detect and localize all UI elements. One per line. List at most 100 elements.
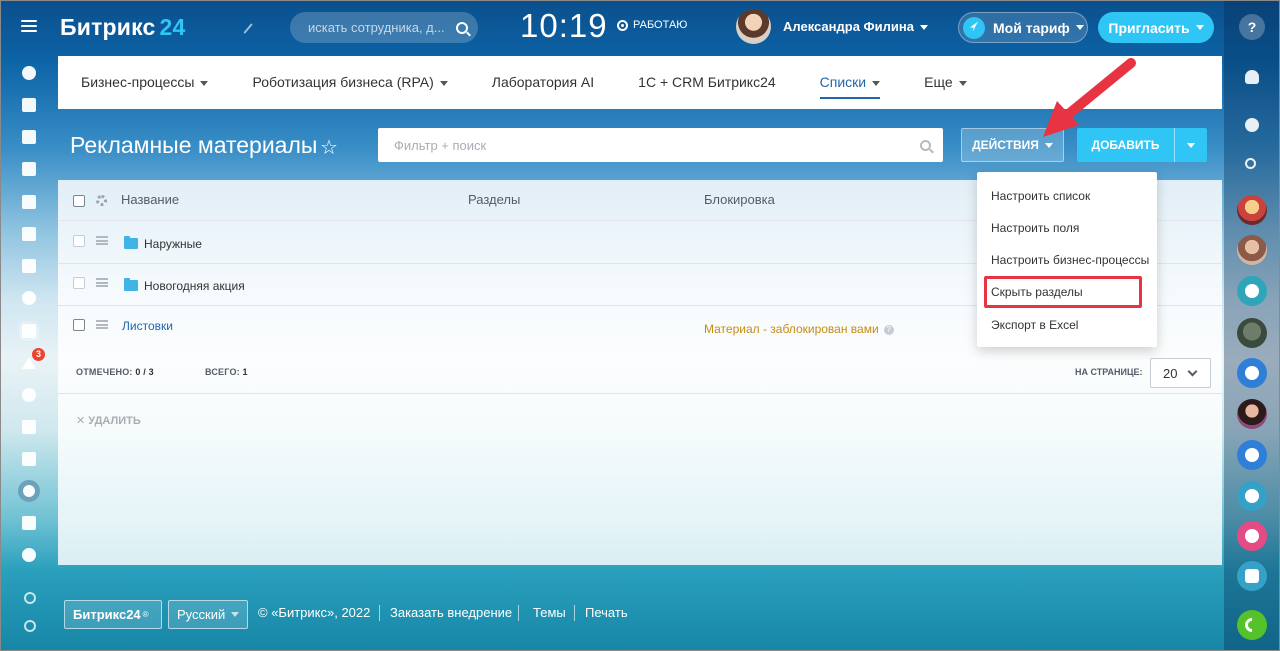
column-header-sections[interactable]: Разделы (468, 192, 520, 207)
mail-icon[interactable] (0, 253, 58, 279)
call-phone-icon[interactable] (1237, 610, 1267, 640)
contact-avatar[interactable] (1237, 235, 1267, 265)
row-checkbox[interactable] (73, 235, 85, 247)
documents-icon[interactable] (0, 189, 58, 215)
order-implementation-link[interactable]: Заказать внедрение (390, 605, 512, 620)
market-icon[interactable] (0, 510, 58, 536)
activity-icon[interactable] (0, 60, 58, 86)
messenger-icon[interactable] (1237, 110, 1267, 140)
top-nav-item[interactable]: 1С + CRM Битрикс24 (638, 56, 776, 109)
top-nav-item-label: Бизнес-процессы (81, 74, 195, 90)
actions-label: ДЕЙСТВИЯ (972, 138, 1039, 152)
contact-avatar[interactable] (1237, 195, 1267, 225)
contacts-icon[interactable] (0, 446, 58, 472)
row-name[interactable]: Листовки (122, 319, 173, 333)
language-select[interactable]: Русский (168, 600, 248, 629)
employee-search-input[interactable]: искать сотрудника, д... (290, 12, 478, 43)
menu-item-export-excel[interactable]: Экспорт в Excel (991, 318, 1078, 332)
top-nav-item[interactable]: Бизнес-процессы (81, 56, 209, 109)
search-icon[interactable] (456, 21, 468, 34)
menu-item-configure-fields[interactable]: Настроить поля (991, 221, 1079, 235)
top-nav-item[interactable]: Списки (819, 56, 881, 109)
crm-icon[interactable]: 3 (0, 348, 58, 376)
invite-button[interactable]: Пригласить (1098, 12, 1214, 43)
edit-pencil-icon[interactable] (237, 18, 253, 34)
copyright: © «Битрикс», 2022 (258, 605, 371, 620)
top-nav-item[interactable]: Еще (924, 56, 967, 109)
row-checkbox[interactable] (73, 319, 85, 331)
row-name[interactable]: Наружные (144, 237, 202, 251)
avatar (736, 9, 771, 44)
help-icon[interactable]: ? (1239, 14, 1265, 40)
delete-label: УДАЛИТЬ (88, 415, 141, 427)
logo-number: 24 (159, 14, 186, 40)
structure-icon[interactable] (24, 592, 36, 604)
chevron-down-icon (200, 80, 209, 86)
robot-icon[interactable] (0, 478, 58, 504)
contact-avatar[interactable] (1237, 318, 1267, 348)
print-link[interactable]: Печать (585, 605, 628, 620)
chat-icon[interactable] (0, 124, 58, 150)
delete-button[interactable]: ✕ УДАЛИТЬ (76, 414, 141, 427)
footer-logo-text: Битрикс24 (73, 607, 141, 622)
chevron-down-icon (958, 80, 967, 86)
search-icon[interactable] (920, 139, 931, 151)
user-name: Александра Филина (783, 19, 928, 34)
grid-footer: ОТМЕЧЕНО: 0 / 3 ВСЕГО: 1 НА СТРАНИЦЕ: (58, 352, 1222, 394)
gear-icon[interactable] (96, 195, 107, 206)
top-nav-item-label: Еще (924, 74, 953, 90)
row-checkbox[interactable] (73, 277, 85, 289)
drag-handle-icon[interactable] (96, 320, 108, 329)
filter-placeholder: Фильтр + поиск (394, 137, 487, 153)
column-header-name[interactable]: Название (121, 192, 179, 207)
notifications-bell-icon[interactable] (1237, 62, 1267, 92)
top-nav-item[interactable]: Роботизация бизнеса (RPA) (252, 56, 448, 109)
menu-burger-icon[interactable] (21, 20, 37, 32)
drag-handle-icon[interactable] (96, 278, 108, 287)
contact-avatar[interactable] (1237, 399, 1267, 429)
drag-handle-icon[interactable] (96, 236, 108, 245)
footer-bitrix-logo[interactable]: Битрикс24 ® (64, 600, 162, 629)
drive-icon[interactable] (0, 221, 58, 247)
shop-icon[interactable] (0, 414, 58, 440)
group-chat-icon[interactable] (1237, 276, 1267, 306)
settings-gear-icon[interactable] (24, 620, 36, 632)
group-chat-icon[interactable] (1237, 481, 1267, 511)
add-dropdown-toggle[interactable] (1175, 138, 1207, 152)
left-sidebar: 3 (0, 0, 58, 651)
row-name[interactable]: Новогодняя акция (144, 279, 245, 293)
total-count: ВСЕГО: 1 (205, 367, 248, 377)
user-menu[interactable]: Александра Филина (736, 9, 928, 44)
menu-item-configure-list[interactable]: Настроить список (991, 189, 1090, 203)
open-lines-icon[interactable] (1237, 440, 1267, 470)
employees-icon[interactable] (0, 285, 58, 311)
tariff-button[interactable]: Мой тариф (958, 12, 1088, 43)
themes-link[interactable]: Темы (533, 605, 566, 620)
per-page-select[interactable]: 20 (1150, 358, 1211, 388)
menu-item-configure-bp[interactable]: Настроить бизнес-процессы (991, 253, 1149, 267)
group-chat-icon[interactable] (1237, 521, 1267, 551)
tasks-icon[interactable] (0, 318, 58, 344)
help-question-icon[interactable]: ? (883, 324, 894, 335)
select-all-checkbox[interactable] (73, 195, 85, 207)
search-icon[interactable] (1237, 150, 1267, 180)
news-feed-icon[interactable] (0, 92, 58, 118)
logo-text: Битрикс (60, 14, 156, 40)
divider (574, 605, 575, 621)
filter-search-input[interactable]: Фильтр + поиск (378, 128, 943, 162)
top-nav-item[interactable]: Лаборатория AI (492, 56, 594, 109)
top-nav-item-label: Роботизация бизнеса (RPA) (252, 74, 434, 90)
work-status-button[interactable]: РАБОТАЮ (617, 19, 687, 31)
more-icon[interactable] (0, 542, 58, 568)
column-header-lock[interactable]: Блокировка (704, 192, 775, 207)
folder-icon (124, 236, 138, 249)
work-status-label: РАБОТАЮ (633, 19, 688, 31)
calendar-icon[interactable] (0, 156, 58, 182)
phone-chat-icon[interactable] (1237, 358, 1267, 388)
chevron-down-icon (439, 80, 448, 86)
favorite-star-icon[interactable]: ☆ (320, 135, 338, 160)
telephony-icon[interactable] (1237, 561, 1267, 591)
bitrix-logo[interactable]: Битрикс 24 (60, 14, 186, 41)
per-page-value: 20 (1163, 365, 1178, 381)
sales-icon[interactable] (0, 382, 58, 408)
